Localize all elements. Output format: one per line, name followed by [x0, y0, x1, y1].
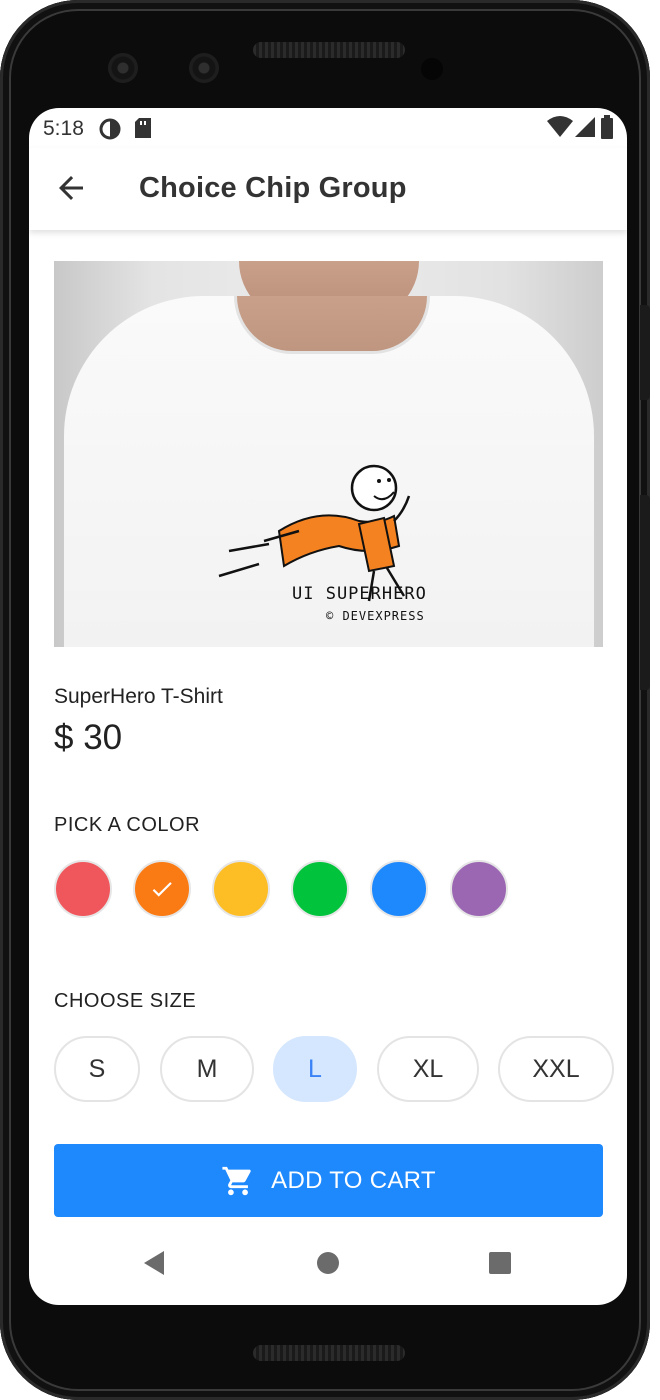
- data-saver-icon: [99, 118, 121, 146]
- front-camera-1: [108, 53, 138, 83]
- color-swatch[interactable]: [370, 860, 428, 918]
- add-to-cart-label: ADD TO CART: [271, 1166, 436, 1194]
- system-nav-bar: [29, 1233, 627, 1305]
- size-section-label: CHOOSE SIZE: [54, 990, 197, 1012]
- check-icon: [152, 882, 172, 897]
- proximity-sensor: [421, 58, 443, 80]
- size-chip[interactable]: M: [160, 1036, 254, 1102]
- screen: 5:18 Choice Chip Group UI SUPERHERO © DE…: [29, 108, 627, 1305]
- home-circle-icon: [317, 1252, 339, 1274]
- power-button: [640, 305, 650, 400]
- back-button[interactable]: [53, 170, 89, 206]
- color-swatch[interactable]: [133, 860, 191, 918]
- page-title: Choice Chip Group: [139, 172, 407, 204]
- color-swatch[interactable]: [291, 860, 349, 918]
- cell-signal-icon: [575, 117, 595, 143]
- cart-icon: [222, 1166, 251, 1195]
- size-chip-label: XXL: [532, 1054, 580, 1083]
- shirt-print-title: UI SUPERHERO: [292, 584, 427, 604]
- color-section-label: PICK A COLOR: [54, 814, 201, 836]
- status-time: 5:18: [43, 117, 84, 140]
- arrow-left-icon: [59, 176, 83, 200]
- volume-button: [640, 495, 650, 690]
- product-price: $ 30: [54, 718, 123, 757]
- front-camera-2: [189, 53, 219, 83]
- size-chip-label: S: [88, 1054, 106, 1083]
- recents-square-icon: [489, 1252, 511, 1274]
- nav-recents-button[interactable]: [470, 1233, 530, 1293]
- size-chip[interactable]: XXL: [498, 1036, 614, 1102]
- product-name: SuperHero T-Shirt: [54, 685, 223, 708]
- size-chip-label: M: [196, 1054, 218, 1083]
- sd-card-icon: [135, 118, 151, 144]
- color-swatch[interactable]: [54, 860, 112, 918]
- phone-frame: 5:18 Choice Chip Group UI SUPERHERO © DE…: [0, 0, 650, 1400]
- color-swatch[interactable]: [212, 860, 270, 918]
- bottom-speaker: [253, 1345, 405, 1361]
- nav-back-button[interactable]: [124, 1233, 184, 1293]
- size-chip[interactable]: XL: [377, 1036, 479, 1102]
- top-speaker: [253, 42, 405, 58]
- color-swatch[interactable]: [450, 860, 508, 918]
- app-bar: Choice Chip Group: [29, 148, 627, 230]
- back-triangle-icon: [144, 1251, 164, 1275]
- superhero-drawing: [218, 464, 411, 602]
- tshirt-collar: [234, 296, 430, 354]
- product-image: UI SUPERHERO © DEVEXPRESS: [54, 261, 603, 647]
- shirt-print-subtitle: © DEVEXPRESS: [326, 609, 425, 623]
- size-chip[interactable]: S: [54, 1036, 140, 1102]
- nav-home-button[interactable]: [298, 1233, 358, 1293]
- battery-icon: [601, 115, 613, 145]
- size-chip-label: L: [308, 1054, 322, 1083]
- add-to-cart-button[interactable]: ADD TO CART: [54, 1144, 603, 1217]
- size-chip[interactable]: L: [273, 1036, 357, 1102]
- status-bar: 5:18: [29, 108, 627, 148]
- wifi-icon: [547, 116, 573, 144]
- size-chip-label: XL: [412, 1054, 444, 1083]
